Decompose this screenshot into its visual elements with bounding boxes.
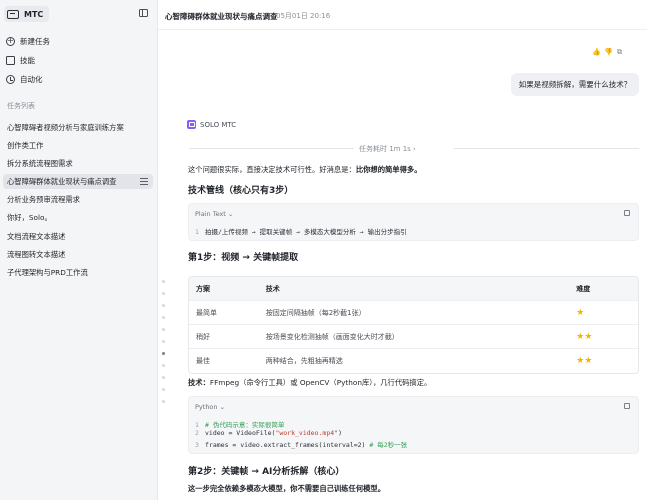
code-language-select[interactable]: Python ⌄ — [195, 403, 225, 411]
agent-logo-icon — [187, 120, 196, 129]
code-text: ) — [338, 429, 342, 437]
app-name: MTC — [24, 9, 44, 19]
scroll-dot[interactable] — [162, 340, 165, 343]
scroll-dot[interactable] — [162, 400, 165, 403]
nav-new-task[interactable]: + 新建任务 — [6, 34, 50, 48]
table-header-cell: 难度 — [576, 284, 591, 293]
intro-plain: 这个问题很实际，直接决定技术可行性。好消息是： — [188, 165, 356, 174]
nav-new-task-label: 新建任务 — [20, 36, 50, 46]
box-icon — [6, 55, 15, 65]
plan-table: 方案 技术 难度 最简单 按固定间隔抽帧（每2秒截1张） ★ 稍好 按场景变化检… — [188, 276, 639, 374]
task-elapsed-text: 任务耗时 1m 1s › — [359, 145, 416, 153]
tech-label: 技术： — [188, 378, 210, 387]
task-item[interactable]: 流程图转文本描述 — [3, 247, 153, 262]
heading-step2: 第2步：关键帧 → AI分析拆解（核心） — [188, 467, 345, 477]
sidebar-collapse-icon[interactable] — [139, 9, 148, 17]
intro-paragraph: 这个问题很实际，直接决定技术可行性。好消息是：比你想的简单得多。 — [188, 165, 422, 175]
table-header-cell: 方案 — [196, 284, 210, 293]
scroll-dot[interactable] — [162, 316, 165, 319]
agent-label: SOLO MTC — [187, 120, 236, 129]
code-line: 1 拍摄/上传视频 → 提取关键帧 → 多模态大模型分析 → 输出分步指引 — [195, 226, 407, 236]
task-item[interactable]: 拆分系统流程图需求 — [3, 156, 153, 171]
plan-cell: 稍好 — [196, 332, 210, 341]
closing-paragraph: 这一步完全依赖多模态大模型，你不需要自己训练任何模型。 — [188, 484, 386, 493]
table-row: 最佳 两种结合，先粗抽再精选 ★★ — [189, 349, 638, 373]
difficulty-stars: ★★ — [576, 356, 593, 366]
plan-cell: 最佳 — [196, 357, 210, 365]
line-number: 1 — [195, 228, 199, 236]
table-header-cell: 技术 — [265, 284, 280, 293]
table-row: 最简单 按固定间隔抽帧（每2秒截1张） ★ — [189, 301, 638, 325]
user-message: 如果是视频拆解，需要什么技术？ — [511, 73, 639, 96]
task-item[interactable]: 文档流程文本描述 — [3, 229, 153, 244]
scroll-indicator[interactable] — [162, 280, 166, 412]
app-brand[interactable]: MTC — [4, 6, 50, 22]
scroll-dot[interactable] — [162, 364, 165, 367]
task-item[interactable]: 你好，Solo。 — [3, 210, 153, 225]
scroll-dot[interactable] — [162, 304, 165, 307]
copy-code-icon[interactable] — [624, 403, 630, 409]
difficulty-stars: ★ — [576, 307, 585, 318]
scroll-dot[interactable] — [162, 328, 165, 331]
nav-automation[interactable]: 自动化 — [6, 72, 43, 86]
table-header-row: 方案 技术 难度 — [189, 277, 638, 301]
thumbs-down-icon[interactable]: 👎 — [604, 49, 613, 56]
task-list-title: 任务列表 — [7, 102, 35, 110]
nav-skills[interactable]: 技能 — [6, 53, 35, 67]
tech-cell: 按场景变化检测抽帧（画面变化大时才截） — [265, 332, 399, 341]
copy-code-icon[interactable] — [624, 210, 630, 216]
task-item-label: 心智障碍群体就业现状与痛点调查 — [7, 176, 117, 186]
code-comment: # 每2秒一张 — [369, 441, 408, 449]
copy-icon[interactable]: ⧉ — [616, 49, 623, 56]
line-number: 2 — [195, 429, 199, 437]
code-comment: # 伪代码示意：实际很简单 — [205, 421, 285, 429]
code-line: 3 frames = video.extract_frames(interval=… — [195, 439, 407, 449]
task-elapsed[interactable]: 任务耗时 1m 1s › — [189, 143, 639, 153]
code-text: 拍摄/上传视频 → 提取关键帧 → 多模态大模型分析 → 输出分步指引 — [205, 228, 407, 236]
nav-skills-label: 技能 — [20, 55, 35, 65]
scroll-dot[interactable] — [162, 280, 165, 283]
scroll-dot-active[interactable] — [162, 352, 165, 355]
code-line: 2 video = VideoFile("work_video.mp4") — [195, 429, 342, 437]
line-number: 3 — [195, 441, 199, 449]
code-language-select[interactable]: Plain Text ⌄ — [195, 210, 233, 218]
plus-circle-icon: + — [6, 36, 15, 46]
tech-paragraph: 技术：FFmpeg（命令行工具）或 OpenCV（Python库），几行代码搞定… — [188, 378, 431, 388]
code-block-python: Python ⌄ 1 # 伪代码示意：实际很简单 2 video = VideoFi… — [188, 396, 639, 454]
table-row: 稍好 按场景变化检测抽帧（画面变化大时才截） ★★ — [189, 325, 638, 349]
code-string: "work_video.mp4" — [275, 429, 339, 437]
app-logo-icon — [7, 9, 19, 19]
code-text: frames = video.extract_frames(interval=2… — [205, 441, 370, 449]
chat-header: 心智障碍群体就业现状与痛点调查 05月01日 20:16 — [158, 0, 647, 30]
line-number: 1 — [195, 421, 199, 429]
page-title: 心智障碍群体就业现状与痛点调查 — [165, 12, 278, 21]
scroll-dot[interactable] — [162, 388, 165, 391]
task-menu-icon[interactable] — [140, 178, 148, 185]
task-item[interactable]: 分析业务预审流程需求 — [3, 192, 153, 207]
message-actions: 👍 👎 ⧉ — [592, 49, 623, 56]
code-line: 1 # 伪代码示意：实际很简单 — [195, 419, 284, 429]
heading-step1: 第1步：视频 → 关键帧提取 — [188, 253, 299, 263]
nav-automation-label: 自动化 — [20, 74, 43, 84]
sidebar: MTC + 新建任务 技能 自动化 任务列表 心智障碍者视频分析与家庭训练方案 … — [0, 0, 158, 500]
tech-cell: 按固定间隔抽帧（每2秒截1张） — [265, 308, 366, 317]
agent-name: SOLO MTC — [200, 120, 237, 129]
difficulty-stars: ★★ — [576, 331, 593, 342]
code-text: video = VideoFile( — [205, 429, 276, 437]
intro-bold: 比你想的简单得多。 — [355, 165, 422, 174]
clock-icon — [6, 74, 15, 84]
scroll-dot[interactable] — [162, 376, 165, 379]
scroll-dot[interactable] — [162, 292, 165, 295]
task-item-active[interactable]: 心智障碍群体就业现状与痛点调查 — [3, 174, 153, 189]
page-date: 05月01日 20:16 — [276, 12, 331, 20]
heading-pipeline: 技术管线（核心只有3步） — [188, 186, 294, 196]
task-item[interactable]: 子代理架构与PRD工作流 — [3, 265, 153, 280]
plan-cell: 最简单 — [196, 308, 217, 317]
thumbs-up-icon[interactable]: 👍 — [592, 49, 601, 56]
code-block-plain: Plain Text ⌄ 1 拍摄/上传视频 → 提取关键帧 → 多模态大模型分析… — [188, 203, 639, 241]
tech-text: FFmpeg（命令行工具）或 OpenCV（Python库），几行代码搞定。 — [209, 378, 432, 387]
task-item[interactable]: 创作类工作 — [3, 138, 153, 153]
tech-cell: 两种结合，先粗抽再精选 — [265, 357, 343, 365]
task-item[interactable]: 心智障碍者视频分析与家庭训练方案 — [3, 120, 153, 135]
